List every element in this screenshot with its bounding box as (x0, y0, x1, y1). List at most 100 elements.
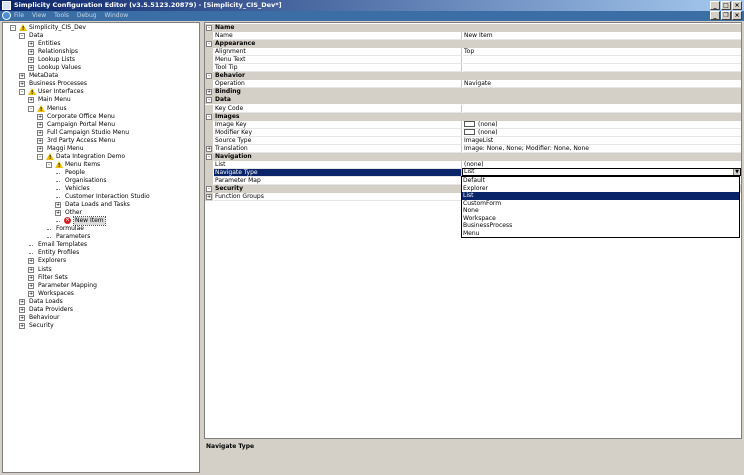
expand-icon[interactable]: + (28, 65, 34, 72)
dropdown-option-customform[interactable]: CustomForm (462, 200, 739, 208)
config-tree-panel[interactable]: -Simplicity_CIS_Dev-Data+Entities+Relati… (2, 22, 200, 473)
dropdown-arrow-icon[interactable]: ▼ (733, 169, 740, 175)
category-name[interactable]: - Name (205, 24, 741, 32)
tree-item-data-loads-and-tasks[interactable]: + Data Loads and Tasks (3, 201, 199, 209)
expand-icon[interactable]: + (19, 322, 25, 329)
expand-icon[interactable]: + (19, 306, 25, 313)
property-grid[interactable]: - Name Name New Item - Appearance Alignment Top… (204, 22, 742, 473)
tree-item-parameter-mapping[interactable]: + Parameter Mapping (3, 282, 199, 290)
property-key-code[interactable]: Key Code (205, 104, 741, 113)
mdi-restore-button[interactable]: ❐ (721, 11, 731, 20)
tree-item-people[interactable]: People (3, 169, 199, 177)
tree-item-lookup-values[interactable]: + Lookup Values (3, 64, 199, 72)
tree-item-new-item[interactable]: × New Item (3, 216, 199, 227)
minimize-button[interactable]: _ (710, 1, 720, 10)
property-value[interactable]: Image: None, None; Modifier: None, None (463, 145, 741, 153)
tree-item-campaign-portal-menu[interactable]: + Campaign Portal Menu (3, 121, 199, 129)
property-source-type[interactable]: Source Type ImageList (205, 136, 741, 145)
collapse-icon[interactable]: - (206, 25, 212, 31)
tree-item-lookup-lists[interactable]: + Lookup Lists (3, 56, 199, 64)
tree-item-behaviour[interactable]: + Behaviour (3, 314, 199, 322)
expand-icon[interactable]: + (28, 266, 34, 273)
tree-item-main-menu[interactable]: + Main Menu (3, 96, 199, 104)
tree-item-entities[interactable]: + Entities (3, 40, 199, 48)
collapse-icon[interactable]: - (10, 25, 16, 31)
tree-item-security[interactable]: + Security (3, 322, 199, 330)
tree-item-email-templates[interactable]: Email Templates (3, 241, 199, 249)
tree-item-data-providers[interactable]: + Data Providers (3, 306, 199, 314)
tree-item-3rd-party-access-menu[interactable]: +3rd Party Access Menu (3, 137, 199, 145)
dropdown-option-default[interactable]: Default (462, 177, 739, 185)
dropdown-option-none[interactable]: None (462, 207, 739, 215)
tree-item-menu-items[interactable]: - Menu Items (3, 160, 199, 170)
tree-item-entity-profiles[interactable]: Entity Profiles (3, 249, 199, 257)
tree-item-data[interactable]: - Data (3, 32, 199, 40)
property-image-key[interactable]: Image Key (none) (205, 120, 741, 129)
expand-icon[interactable]: + (37, 129, 43, 136)
expand-icon[interactable]: + (28, 97, 34, 104)
property-value[interactable]: (none) (463, 129, 741, 137)
navigate-type-dropdown-list[interactable]: Default Explorer List CustomForm None Workspa… (461, 176, 740, 238)
expand-icon[interactable]: + (206, 194, 212, 201)
tree-item-parameters[interactable]: Parameters (3, 233, 199, 241)
expand-icon[interactable]: + (28, 57, 34, 64)
property-tool-tip[interactable]: Tool Tip (205, 64, 741, 73)
expand-icon[interactable]: + (55, 202, 61, 209)
expand-icon[interactable]: + (206, 89, 212, 96)
property-value[interactable] (463, 105, 741, 113)
expand-icon[interactable]: + (37, 121, 43, 128)
expand-icon[interactable]: + (37, 145, 43, 152)
menu-window[interactable]: Window (105, 12, 129, 19)
property-value[interactable]: ImageList (463, 137, 741, 145)
expand-icon[interactable]: + (28, 274, 34, 281)
collapse-icon[interactable]: - (206, 113, 212, 120)
dropdown-option-businessprocess[interactable]: BusinessProcess (462, 222, 739, 230)
mdi-close-button[interactable]: × (732, 11, 742, 20)
menu-file[interactable]: File (14, 12, 24, 19)
property-value[interactable]: New Item (463, 32, 741, 41)
expand-icon[interactable]: + (28, 282, 34, 289)
tree-item-simplicity-cis-dev[interactable]: - Simplicity_CIS_Dev (3, 24, 199, 33)
property-value[interactable] (463, 64, 741, 73)
category-binding[interactable]: + Binding (205, 88, 741, 97)
tree-item-business-processes[interactable]: + Business Processes (3, 80, 199, 88)
tree-item-formulae[interactable]: Formulae (3, 225, 199, 233)
tree-item-data-integration-demo[interactable]: - Data Integration Demo (3, 152, 199, 162)
property-value[interactable]: (none) (463, 121, 741, 129)
close-button[interactable]: × (732, 1, 742, 10)
expand-icon[interactable]: + (37, 137, 43, 144)
category-behavior[interactable]: - Behavior (205, 72, 741, 81)
category-appearance[interactable]: - Appearance (205, 40, 741, 49)
property-operation[interactable]: Operation Navigate (205, 80, 741, 89)
collapse-icon[interactable]: - (206, 41, 212, 48)
property-value[interactable]: Top (463, 48, 741, 57)
category-navigation[interactable]: - Navigation (205, 152, 741, 161)
expand-icon[interactable]: + (28, 41, 34, 48)
tree-item-explorers[interactable]: + Explorers (3, 257, 199, 265)
tree-item-maggi-menu[interactable]: + Maggi Menu (3, 145, 199, 153)
menu-debug[interactable]: Debug (77, 12, 97, 19)
property-modifier-key[interactable]: Modifier Key (none) (205, 128, 741, 137)
navigate-type-select[interactable]: List ▼ (462, 168, 741, 176)
expand-icon[interactable]: + (19, 73, 25, 80)
expand-icon[interactable]: + (28, 290, 34, 297)
tree-item-corporate-office-menu[interactable]: + Corporate Office Menu (3, 113, 199, 121)
expand-icon[interactable]: + (28, 258, 34, 265)
collapse-icon[interactable]: - (28, 105, 34, 112)
property-menu-text[interactable]: Menu Text (205, 56, 741, 65)
mdi-child-icon[interactable] (2, 11, 11, 20)
tree-item-user-interfaces[interactable]: - User Interfaces (3, 88, 199, 97)
expand-icon[interactable]: + (19, 314, 25, 321)
collapse-icon[interactable]: - (19, 89, 25, 96)
property-value[interactable]: Navigate (463, 80, 741, 89)
tree-item-workspaces[interactable]: + Workspaces (3, 290, 199, 298)
expand-icon[interactable]: + (206, 145, 212, 152)
property-translation[interactable]: + Translation Image: None, None; Modifier:… (205, 144, 741, 153)
property-name[interactable]: Name New Item (205, 32, 741, 41)
menu-view[interactable]: View (32, 12, 46, 19)
property-alignment[interactable]: Alignment Top (205, 48, 741, 57)
tree-item-customer-interaction-studio[interactable]: Customer Interaction Studio (3, 193, 199, 201)
category-data[interactable]: - Data (205, 96, 741, 105)
expand-icon[interactable]: + (37, 113, 43, 120)
collapse-icon[interactable]: - (19, 33, 25, 40)
